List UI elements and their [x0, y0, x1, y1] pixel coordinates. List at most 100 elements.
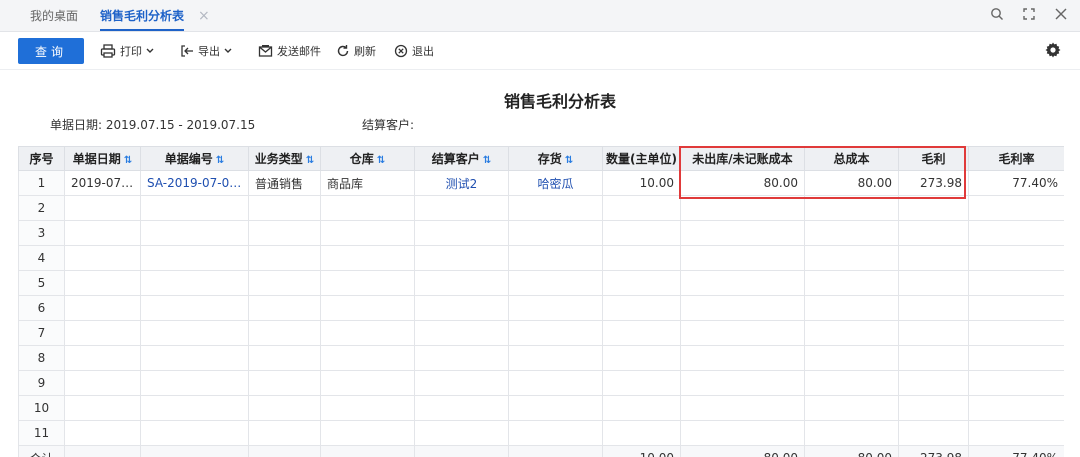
table-cell — [680, 420, 805, 446]
summary-cell — [320, 445, 415, 457]
table-row[interactable]: 4 — [18, 245, 1064, 271]
export-button[interactable]: 导出 — [180, 42, 232, 60]
print-button[interactable]: 打印 — [100, 42, 154, 60]
send-email-button[interactable]: 发送邮件 — [258, 42, 321, 60]
table-cell — [140, 320, 249, 346]
sort-icon[interactable]: ⇅ — [483, 155, 491, 166]
exit-icon — [394, 44, 408, 58]
table-cell[interactable]: 哈密瓜 — [508, 170, 603, 196]
table-cell — [140, 345, 249, 371]
table-cell — [64, 270, 141, 296]
column-header-label: 数量(主单位) — [606, 152, 677, 166]
sort-icon[interactable]: ⇅ — [124, 155, 132, 166]
table-cell — [680, 270, 805, 296]
table-cell: 10 — [18, 395, 65, 421]
column-header[interactable]: 单据日期 ⇅ — [64, 146, 141, 171]
table-cell — [898, 320, 969, 346]
column-header[interactable]: 业务类型 ⇅ — [248, 146, 321, 171]
table-cell — [968, 220, 1064, 246]
table-cell — [248, 195, 321, 221]
table-cell — [968, 395, 1064, 421]
refresh-icon — [337, 45, 349, 57]
table-cell — [898, 220, 969, 246]
column-header-label: 总成本 — [833, 152, 870, 166]
query-button[interactable]: 查询 — [18, 38, 84, 64]
restore-icon[interactable] — [1022, 7, 1036, 25]
exit-button[interactable]: 退出 — [394, 42, 434, 60]
tab-sales-margin[interactable]: 销售毛利分析表 — [100, 0, 185, 31]
table-cell — [898, 245, 969, 271]
table-cell — [414, 195, 509, 221]
table-cell — [140, 270, 249, 296]
table-cell — [602, 395, 681, 421]
column-header-label: 未出库/未记账成本 — [692, 152, 793, 166]
table-row[interactable]: 10 — [18, 395, 1064, 421]
table-cell[interactable]: 测试2 — [414, 170, 509, 196]
refresh-label: 刷新 — [354, 45, 376, 58]
column-header[interactable]: 序号 — [18, 146, 65, 171]
search-icon[interactable] — [990, 7, 1004, 25]
table-row[interactable]: 2 — [18, 195, 1064, 221]
close-icon[interactable] — [1054, 7, 1068, 25]
column-header[interactable]: 存货 ⇅ — [508, 146, 603, 171]
table-row[interactable]: 7 — [18, 320, 1064, 346]
column-header[interactable]: 未出库/未记账成本 — [680, 146, 805, 171]
column-header[interactable]: 结算客户 ⇅ — [414, 146, 509, 171]
table-cell: 3 — [18, 220, 65, 246]
table-cell: 11 — [18, 420, 65, 446]
sort-icon[interactable]: ⇅ — [306, 155, 314, 166]
table-cell: 普通销售 — [248, 170, 321, 196]
summary-cell: 77.40% — [968, 445, 1064, 457]
table-cell — [414, 320, 509, 346]
table-row[interactable]: 1 2019-07-15 SA-2019-07-00-... 普通销售 商品库 测试2 哈密… — [18, 170, 1064, 196]
column-header[interactable]: 总成本 — [804, 146, 899, 171]
table-row[interactable]: 9 — [18, 370, 1064, 396]
column-header[interactable]: 数量(主单位) — [602, 146, 681, 171]
table-cell — [320, 395, 415, 421]
sort-icon[interactable]: ⇅ — [565, 155, 573, 166]
table-cell: 6 — [18, 295, 65, 321]
sort-icon[interactable]: ⇅ — [216, 155, 224, 166]
table-cell — [414, 420, 509, 446]
table-row[interactable]: 5 — [18, 270, 1064, 296]
table-cell — [64, 345, 141, 371]
table-cell — [804, 195, 899, 221]
tab-close-icon[interactable]: × — [198, 0, 210, 32]
table-cell — [680, 195, 805, 221]
table-cell: 商品库 — [320, 170, 415, 196]
table-cell — [248, 295, 321, 321]
table-cell — [414, 345, 509, 371]
table-cell — [804, 245, 899, 271]
table-row[interactable]: 3 — [18, 220, 1064, 246]
table-cell — [248, 395, 321, 421]
table-cell — [680, 245, 805, 271]
table-cell — [320, 295, 415, 321]
column-header[interactable]: 毛利 — [898, 146, 969, 171]
table-cell — [680, 395, 805, 421]
table-cell — [64, 220, 141, 246]
column-header[interactable]: 仓库 ⇅ — [320, 146, 415, 171]
tab-home[interactable]: 我的桌面 — [30, 0, 78, 32]
table-cell[interactable]: SA-2019-07-00-... — [140, 170, 249, 196]
sort-icon[interactable]: ⇅ — [377, 155, 385, 166]
export-label: 导出 — [198, 45, 220, 58]
table-row[interactable]: 8 — [18, 345, 1064, 371]
table-cell — [804, 420, 899, 446]
refresh-button[interactable]: 刷新 — [336, 42, 376, 60]
table-cell — [968, 420, 1064, 446]
column-header-label: 结算客户 — [431, 152, 480, 166]
gear-icon[interactable] — [1044, 41, 1062, 62]
table-cell — [140, 370, 249, 396]
table-cell — [320, 345, 415, 371]
table-cell — [602, 195, 681, 221]
column-header[interactable]: 单据编号 ⇅ — [140, 146, 249, 171]
table-row[interactable]: 11 — [18, 420, 1064, 446]
table-cell — [414, 370, 509, 396]
column-header[interactable]: 毛利率 — [968, 146, 1064, 171]
table-row[interactable]: 6 — [18, 295, 1064, 321]
table-cell — [680, 220, 805, 246]
table-cell — [508, 320, 603, 346]
report-title: 销售毛利分析表 — [503, 92, 616, 111]
table-cell — [320, 220, 415, 246]
chevron-down-icon — [224, 48, 232, 53]
